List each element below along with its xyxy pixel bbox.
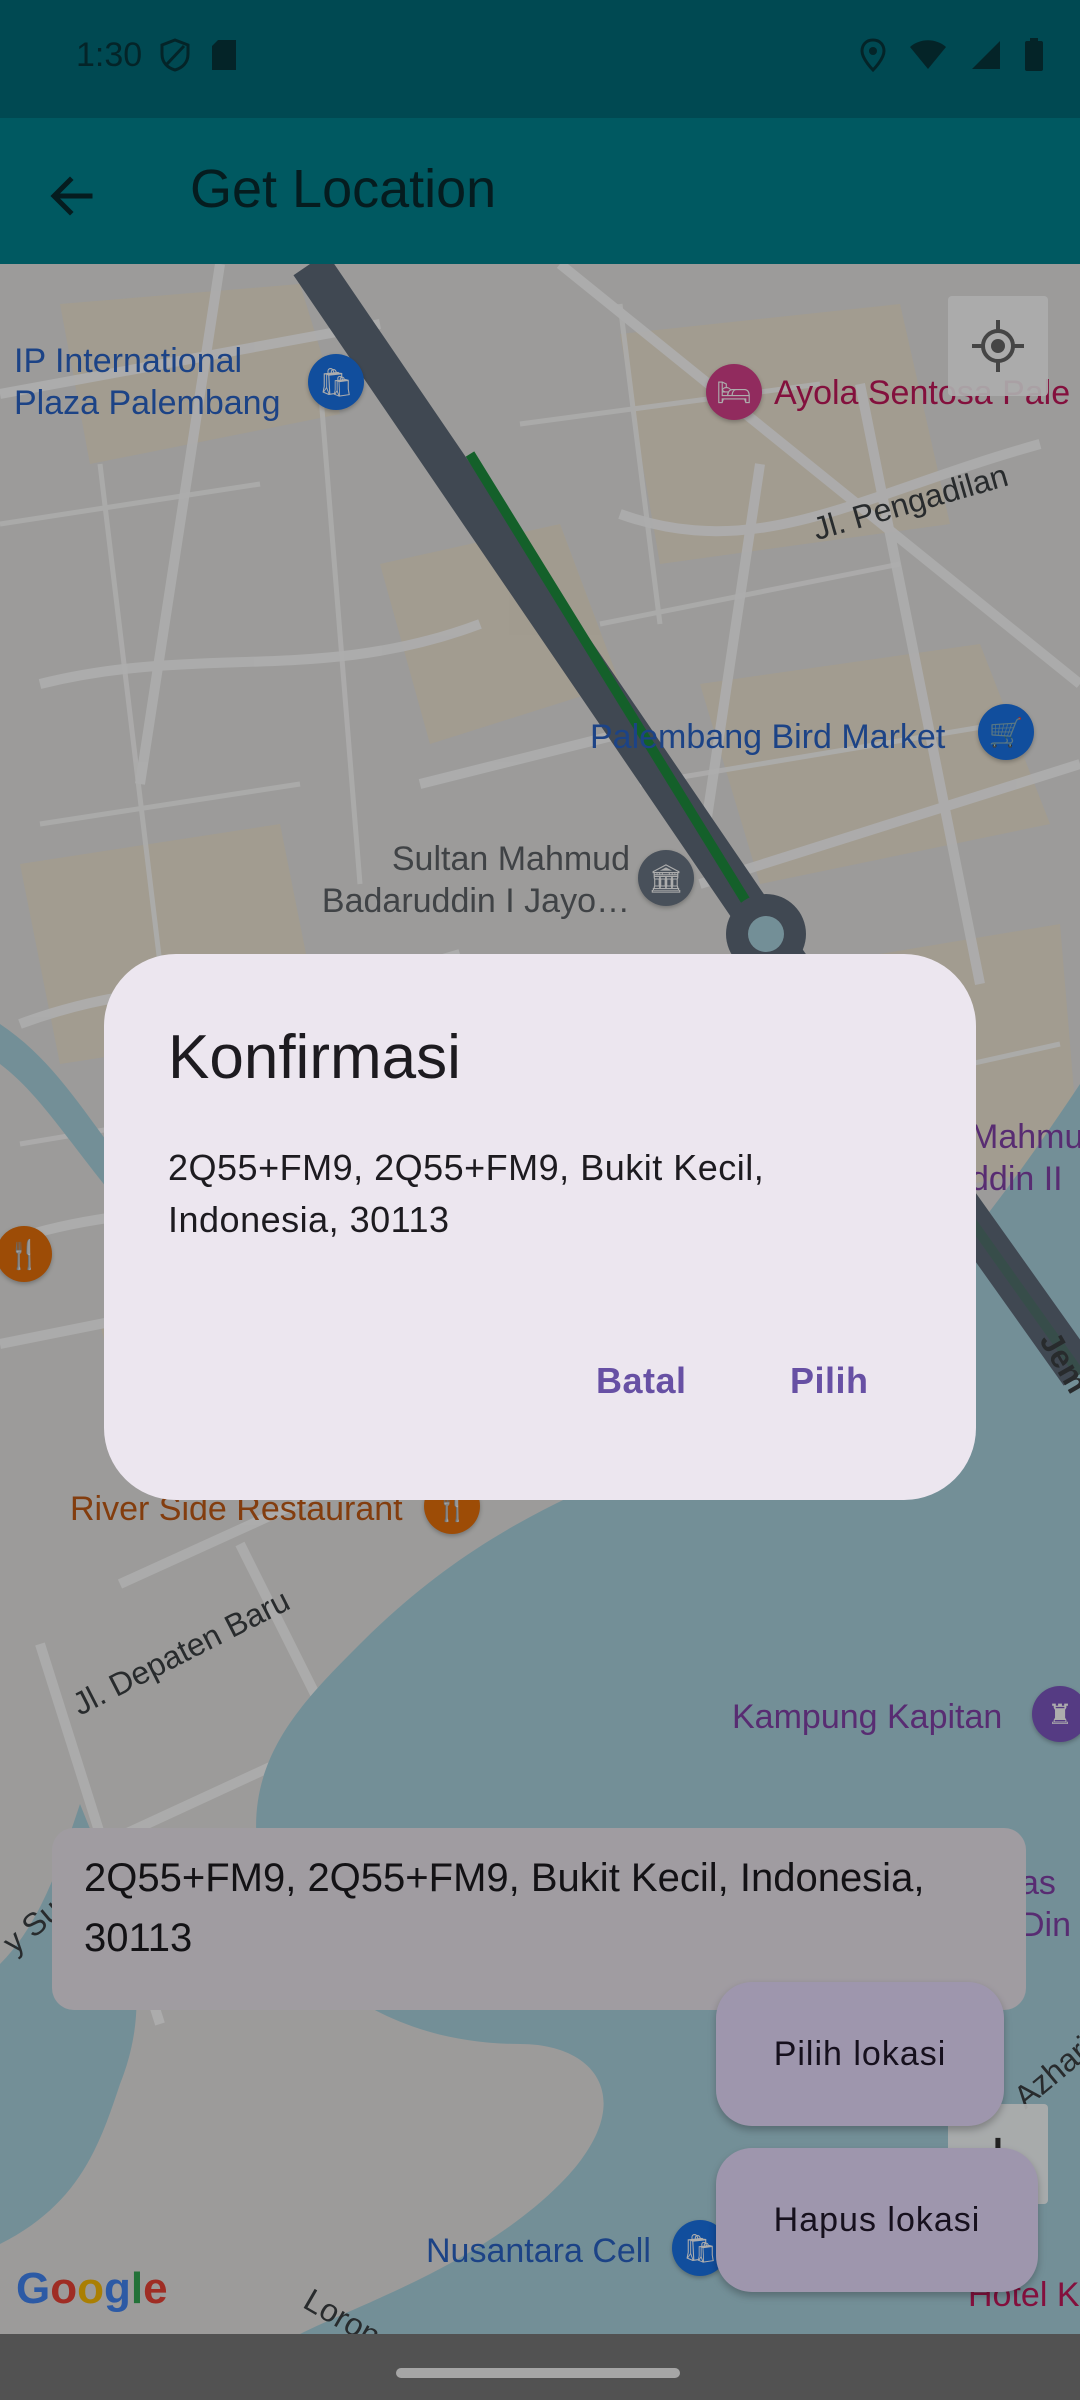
dialog-title: Konfirmasi xyxy=(168,1023,461,1092)
dialog-body: 2Q55+FM9, 2Q55+FM9, Bukit Kecil, Indones… xyxy=(168,1147,765,1240)
cancel-button[interactable]: Batal xyxy=(574,1346,709,1416)
confirmation-dialog: Konfirmasi 2Q55+FM9, 2Q55+FM9, Bukit Kec… xyxy=(104,954,976,1500)
confirm-button[interactable]: Pilih xyxy=(768,1346,891,1416)
